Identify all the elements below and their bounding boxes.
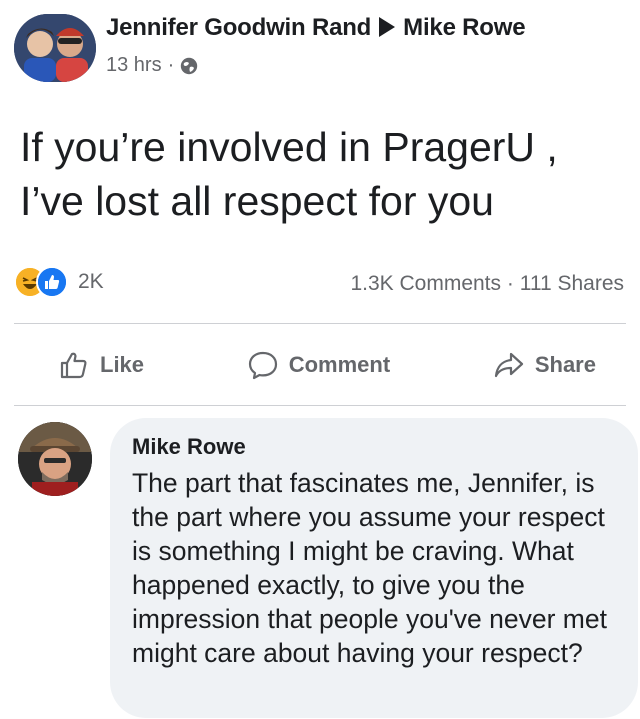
reactions-summary[interactable]: 2K [14, 266, 104, 298]
globe-icon [181, 57, 198, 74]
engagement-counts: 1.3K Comments · 111 Shares [350, 272, 624, 296]
post-time[interactable]: 13 hrs [106, 54, 162, 77]
divider-bottom [14, 405, 626, 406]
post-text-line-2: I’ve lost all respect for you [20, 178, 494, 224]
arrow-right-icon [379, 17, 396, 37]
comment-label: Comment [288, 352, 391, 377]
share-label: Share [534, 352, 596, 377]
post-text: If you’re involved in PragerU , I’ve los… [20, 120, 620, 228]
post-text-line-1: If you’re involved in PragerU , [20, 124, 558, 170]
share-button[interactable]: Share [493, 349, 596, 381]
counts-separator: · [506, 272, 514, 295]
shares-count[interactable]: 111 Shares [520, 272, 624, 295]
share-arrow-icon [494, 352, 523, 378]
comment-author[interactable]: Mike Rowe [132, 434, 616, 460]
recipient-name[interactable]: Mike Rowe [403, 14, 525, 41]
author-name[interactable]: Jennifer Goodwin Rand [106, 14, 371, 41]
meta-separator: · [167, 54, 175, 76]
divider-top [14, 323, 626, 324]
comments-count[interactable]: 1.3K Comments [350, 272, 501, 295]
comment-bubble-icon [248, 351, 277, 380]
like-label: Like [100, 352, 145, 377]
author-avatar[interactable] [14, 14, 96, 82]
like-reaction-icon [36, 266, 68, 298]
commenter-avatar[interactable] [18, 422, 92, 496]
reaction-count: 2K [78, 270, 104, 293]
comment-bubble: Mike Rowe The part that fascinates me, J… [110, 418, 638, 718]
post-names: Jennifer Goodwin Rand Mike Rowe [106, 14, 526, 42]
action-bar: Like Comment Share [14, 330, 626, 400]
comment-button[interactable]: Comment [247, 349, 390, 381]
post-meta: 13 hrs · [106, 54, 525, 77]
thumbs-up-icon [60, 352, 87, 379]
post-stats: 2K 1.3K Comments · 111 Shares [14, 266, 626, 306]
comment-text: The part that fascinates me, Jennifer, i… [132, 468, 607, 668]
header-text: Jennifer Goodwin Rand Mike Rowe 13 hrs · [106, 14, 526, 77]
like-button[interactable]: Like [58, 349, 144, 381]
post-header: Jennifer Goodwin Rand Mike Rowe 13 hrs · [14, 8, 626, 84]
